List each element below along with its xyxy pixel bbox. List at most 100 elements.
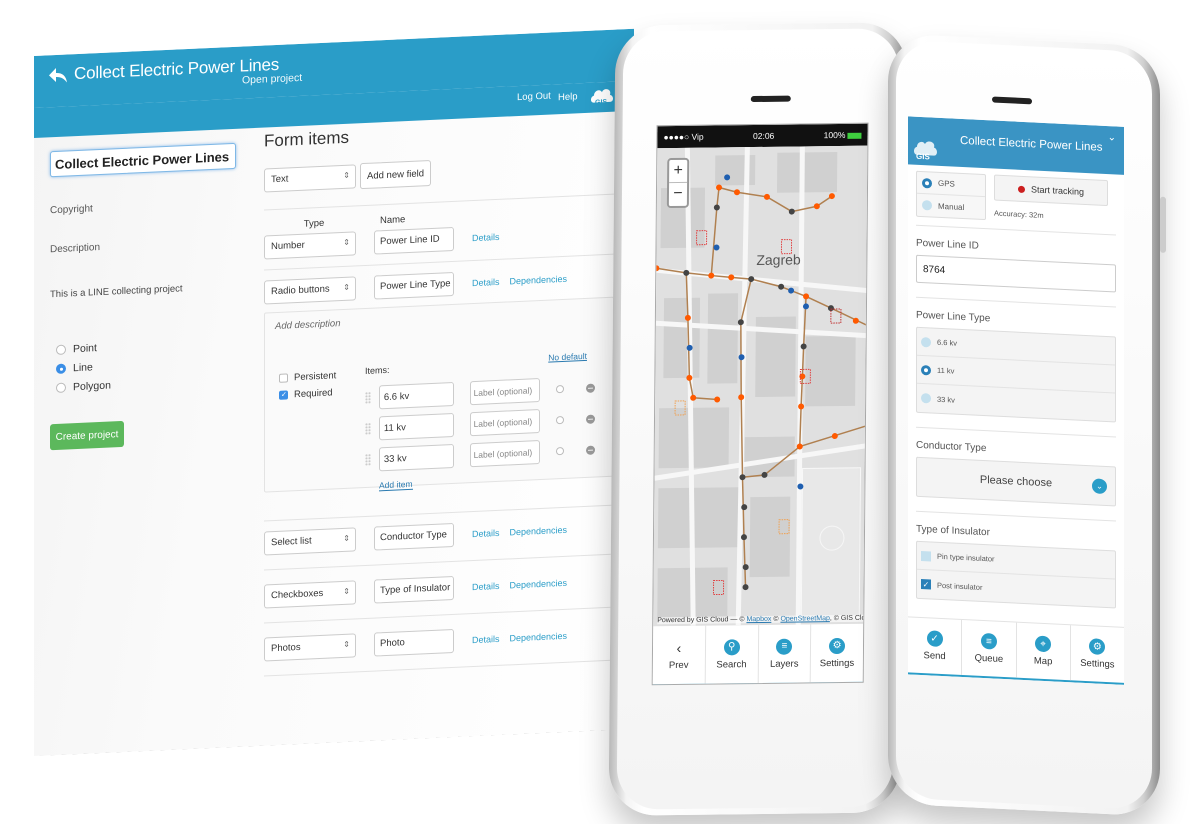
- chevron-down-icon[interactable]: ⌄: [1108, 132, 1116, 143]
- no-default-link[interactable]: No default: [548, 351, 587, 363]
- field-type-select[interactable]: Select list: [264, 527, 356, 555]
- project-settings-panel: Collect Electric Power Lines Copyright D…: [50, 143, 240, 451]
- field-type-select[interactable]: Photos: [264, 633, 356, 661]
- insulator-section: Type of Insulator Pin type insulator ✓ Po…: [916, 510, 1116, 615]
- add-description-input[interactable]: Add description: [275, 306, 603, 332]
- item-row: 6.6 kv Label (optional): [365, 376, 595, 410]
- add-new-field-button[interactable]: Add new field: [360, 160, 431, 189]
- gis-cloud-logo-icon: GIS: [589, 82, 615, 109]
- radio-selected[interactable]: [921, 364, 931, 375]
- field-name-input[interactable]: Power Line Type: [374, 272, 454, 300]
- map-view[interactable]: Zagreb + − Powered by GIS Cloud — © Mapb…: [653, 145, 869, 627]
- radio-unselected[interactable]: [922, 200, 932, 211]
- required-checkbox-row[interactable]: Required: [279, 387, 336, 401]
- required-checkbox[interactable]: [279, 390, 288, 399]
- geometry-radio-group: Point Line Polygon: [50, 336, 240, 395]
- remove-item-icon[interactable]: [586, 414, 595, 423]
- field-type-select[interactable]: Text: [264, 164, 356, 192]
- power-line-id-input[interactable]: 8764: [916, 254, 1116, 293]
- description-text[interactable]: This is a LINE collecting project: [50, 281, 240, 301]
- radio-unselected[interactable]: [921, 336, 931, 347]
- field-name-input[interactable]: Type of Insulator: [374, 576, 454, 604]
- persistent-checkbox[interactable]: [279, 373, 288, 382]
- tab-search[interactable]: ⚲ Search: [705, 624, 759, 684]
- item-value-input[interactable]: 6.6 kv: [379, 382, 454, 409]
- radio-polygon[interactable]: Polygon: [56, 374, 240, 394]
- dependencies-link[interactable]: Dependencies: [510, 525, 568, 538]
- details-link[interactable]: Details: [472, 581, 500, 592]
- map-city-label: Zagreb: [756, 251, 801, 268]
- persistent-label: Persistent: [294, 370, 337, 384]
- battery-percent: 100%: [823, 129, 846, 141]
- field-name-input[interactable]: Power Line ID: [374, 227, 454, 255]
- project-name-input[interactable]: Collect Electric Power Lines: [50, 143, 236, 177]
- tab-label: Search: [716, 658, 747, 671]
- phone-speaker: [750, 95, 791, 103]
- tab-label: Map: [1033, 655, 1053, 668]
- tab-layers[interactable]: ≡ Layers: [758, 624, 812, 684]
- create-project-button[interactable]: Create project: [50, 421, 124, 450]
- default-radio[interactable]: [556, 385, 564, 393]
- default-radio[interactable]: [556, 416, 564, 424]
- drag-handle-icon[interactable]: [365, 454, 371, 466]
- item-value-input[interactable]: 11 kv: [379, 413, 454, 440]
- field-type-select[interactable]: Checkboxes: [264, 580, 356, 608]
- tab-settings[interactable]: ⚙ Settings: [1071, 625, 1124, 683]
- radio-point[interactable]: Point: [56, 336, 240, 356]
- radio-selected[interactable]: [922, 177, 932, 189]
- field-row: Select list Conductor Type Details Depen…: [264, 516, 614, 556]
- dependencies-link[interactable]: Dependencies: [510, 631, 568, 644]
- remove-item-icon[interactable]: [586, 383, 595, 392]
- help-link[interactable]: Help: [558, 91, 578, 103]
- field-name-input[interactable]: Photo: [374, 629, 454, 657]
- radio-button[interactable]: [56, 345, 66, 355]
- carrier-signal: ●●●●○ Vip: [663, 131, 704, 143]
- attribution-suffix: , © GIS Cloud: [829, 614, 869, 623]
- item-label-input[interactable]: Label (optional): [470, 378, 541, 405]
- tab-send[interactable]: ✓ Send: [908, 617, 963, 675]
- radio-button-checked[interactable]: [56, 364, 66, 374]
- tab-prev[interactable]: ‹ Prev: [652, 625, 706, 685]
- column-type: Type: [303, 217, 325, 230]
- remove-item-icon[interactable]: [586, 445, 595, 454]
- map-canvas[interactable]: Zagreb: [653, 145, 869, 627]
- mapbox-link[interactable]: Mapbox: [746, 616, 771, 623]
- drag-handle-icon[interactable]: [365, 423, 371, 435]
- item-label-input[interactable]: Label (optional): [470, 409, 541, 436]
- zoom-out-button[interactable]: −: [669, 183, 687, 206]
- zoom-in-button[interactable]: +: [669, 159, 688, 184]
- phone-form-device: GIS Collect Electric Power Lines ⌄ GPS M…: [888, 33, 1166, 817]
- checkbox-unchecked[interactable]: [921, 550, 931, 561]
- persistent-checkbox-row[interactable]: Persistent: [279, 370, 336, 384]
- conductor-type-select[interactable]: Please choose ⌄: [916, 456, 1116, 507]
- item-value-input[interactable]: 33 kv: [379, 444, 454, 471]
- item-label-input[interactable]: Label (optional): [470, 440, 541, 467]
- drag-handle-icon[interactable]: [365, 392, 371, 404]
- dependencies-link[interactable]: Dependencies: [510, 578, 568, 591]
- back-arrow-icon[interactable]: [48, 64, 68, 85]
- details-link[interactable]: Details: [472, 232, 500, 243]
- manual-option[interactable]: Manual: [917, 194, 985, 219]
- dependencies-link[interactable]: Dependencies: [510, 274, 568, 287]
- field-type-select[interactable]: Number: [264, 231, 356, 259]
- description-label[interactable]: Description: [50, 236, 240, 256]
- checkbox-checked[interactable]: ✓: [921, 578, 931, 590]
- details-link[interactable]: Details: [472, 277, 500, 288]
- radio-button[interactable]: [56, 383, 66, 393]
- radio-unselected[interactable]: [921, 392, 931, 404]
- details-link[interactable]: Details: [472, 528, 500, 539]
- add-item-link[interactable]: Add item: [379, 479, 413, 492]
- copyright-label[interactable]: Copyright: [50, 197, 240, 217]
- openstreetmap-link[interactable]: OpenStreetMap: [780, 615, 829, 623]
- logout-link[interactable]: Log Out: [517, 91, 551, 104]
- details-link[interactable]: Details: [472, 634, 500, 645]
- tab-queue[interactable]: ≡ Queue: [962, 619, 1017, 678]
- tab-settings[interactable]: ⚙ Settings: [811, 624, 863, 683]
- field-type-select[interactable]: Radio buttons: [264, 276, 356, 304]
- default-radio[interactable]: [556, 447, 564, 455]
- tab-map[interactable]: ⌖ Map: [1016, 622, 1071, 681]
- field-name-input[interactable]: Conductor Type: [374, 523, 454, 551]
- start-tracking-button[interactable]: Start tracking: [994, 174, 1108, 207]
- open-project-link[interactable]: Open project: [242, 72, 302, 87]
- radio-line[interactable]: Line: [56, 355, 240, 375]
